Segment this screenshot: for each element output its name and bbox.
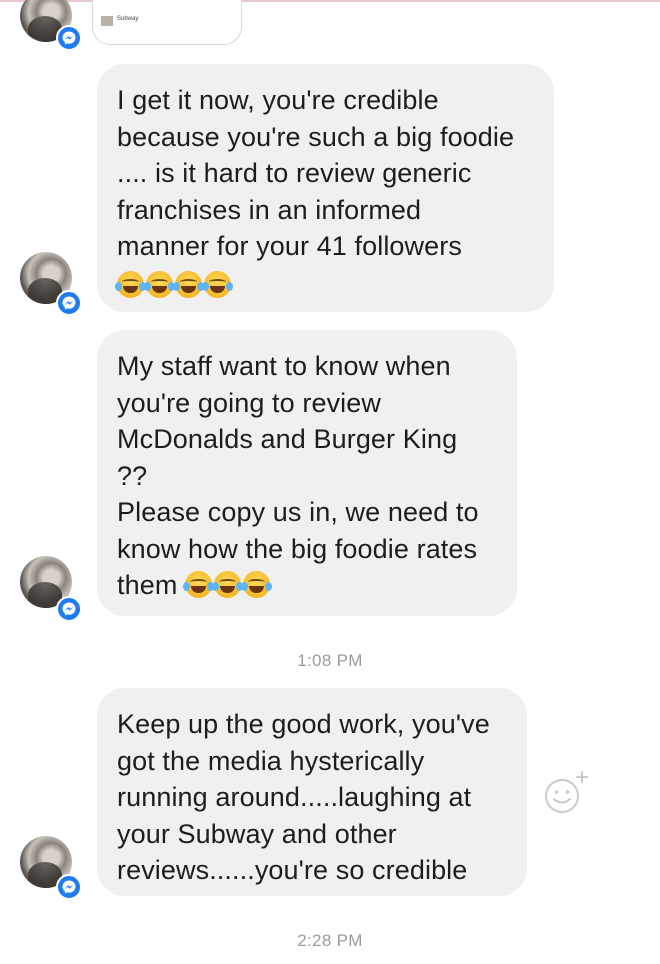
emoji-row [115,267,534,304]
message-text-line: franchises in an informed [117,194,422,225]
link-preview-card[interactable]: Subway [92,0,242,45]
message-text-line: your Subway and other [117,818,397,849]
message-text-line: Keep up the good work, you've [117,709,490,739]
timestamp: 1:08 PM [297,651,363,670]
tears-of-joy-emoji-icon [115,270,146,298]
tears-of-joy-emoji-icon [144,270,175,298]
message-text-line: them [117,570,178,600]
message-text-line: Please copy us in, we need to [117,497,479,527]
tears-of-joy-emoji-icon [212,571,244,598]
message-text-line: .... is it hard to review generic [117,158,472,188]
add-reaction-smiley-icon[interactable] [542,770,590,821]
tears-of-joy-emoji-icon [202,270,233,298]
tears-of-joy-emoji-icon [173,270,204,298]
tears-of-joy-emoji-icon [241,571,273,598]
messenger-badge-icon [56,596,82,622]
message-text-line: because you're such a big foodie [117,121,515,152]
message-text-line: got the media hysterically [117,745,425,776]
message-text-line: My staff want to know when [117,351,451,381]
link-preview-title: Subway [117,16,139,22]
message-text-line: McDonalds and Burger King [117,424,458,454]
link-preview-thumbnail [101,16,113,26]
messenger-badge-icon [56,874,82,900]
messenger-badge-icon [56,25,82,51]
message-text-line: I get it now, you're credible [117,85,439,115]
timestamp: 2:28 PM [297,931,363,950]
message-bubble[interactable]: I get it now, you're credible because yo… [97,64,554,312]
message-text-line: running around.....laughing at [117,782,472,812]
message-text-line: you're going to review [117,387,381,418]
message-bubble[interactable]: Keep up the good work, you've got the me… [97,688,527,896]
message-text-line: know how the big foodie rates [117,533,478,564]
message-bubble[interactable]: My staff want to know when you're going … [97,330,517,616]
message-text-line: manner for your 41 followers [117,231,462,261]
message-text-line: reviews......you're so credible [117,855,468,885]
tears-of-joy-emoji-icon [183,571,215,598]
messenger-badge-icon [56,290,82,316]
message-text-line: ?? [117,460,148,491]
